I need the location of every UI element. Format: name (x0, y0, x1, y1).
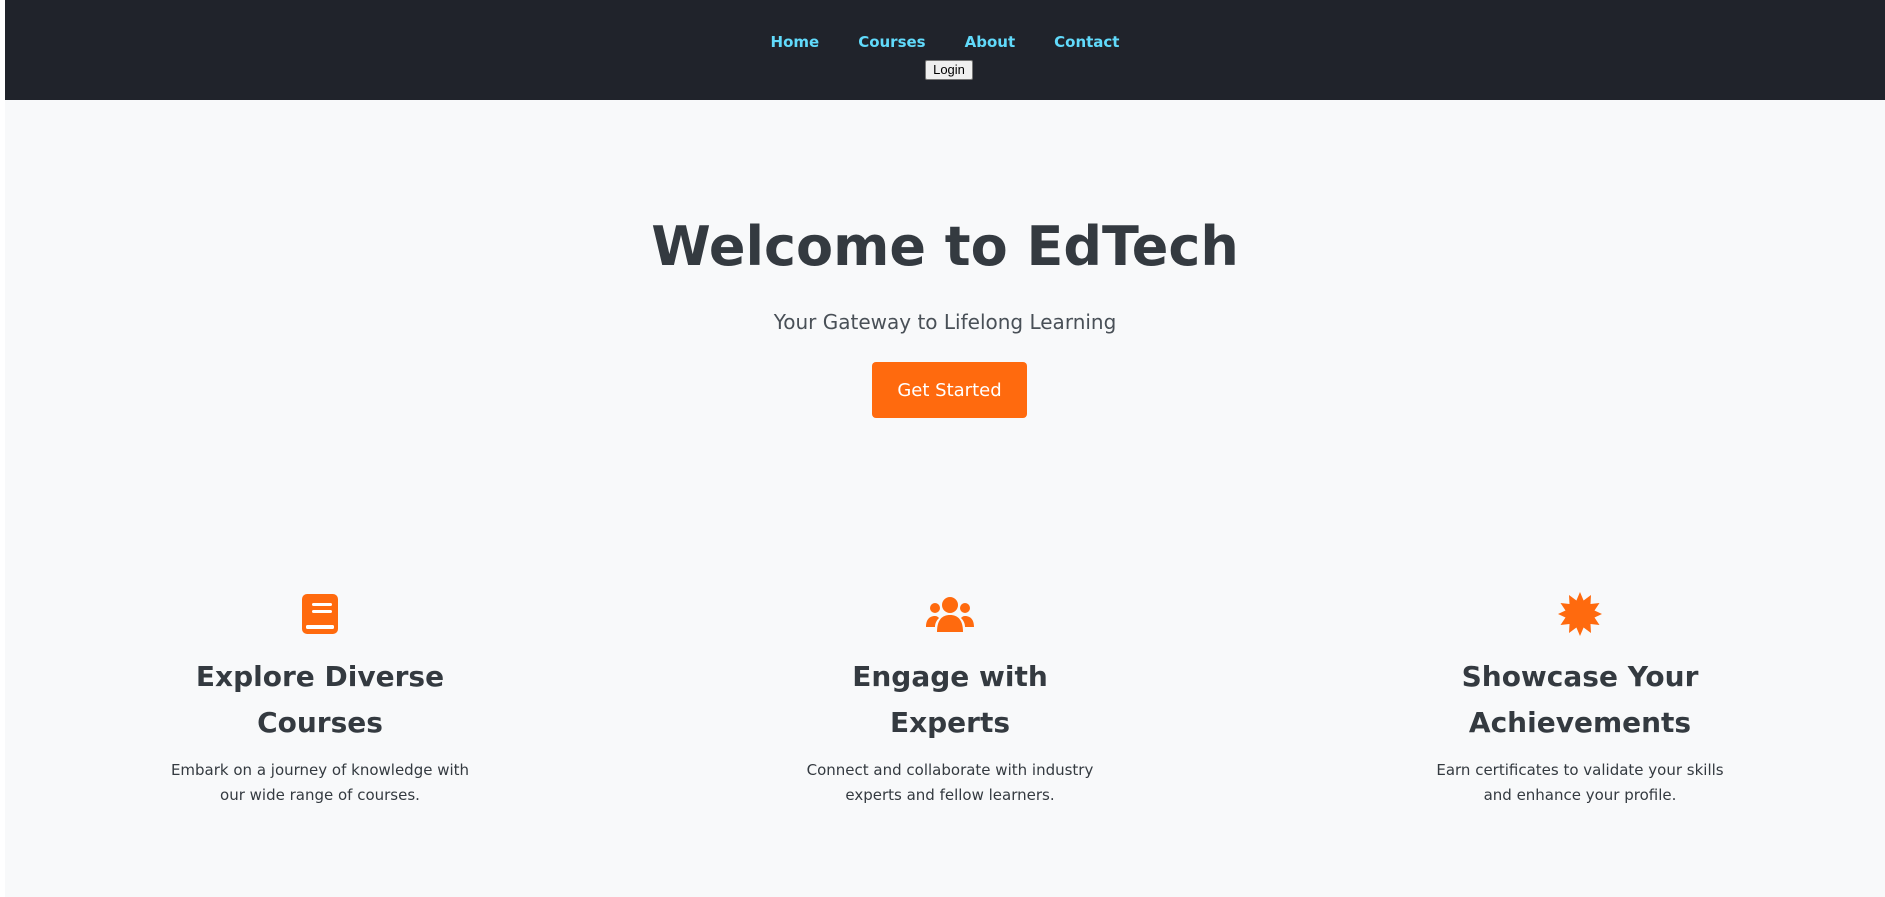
nav-link-home[interactable]: Home (771, 33, 820, 51)
login-button[interactable]: Login (925, 60, 973, 80)
feature-title: Engage with Experts (852, 660, 1048, 739)
feature-title: Explore Diverse Courses (195, 660, 445, 739)
page: Home Courses About Contact Login Welcome… (5, 0, 1885, 897)
users-icon (926, 597, 974, 632)
feature-title: Showcase Your Achievements (1461, 660, 1699, 739)
feature-card-experts: Engage with Experts Connect and collabor… (790, 590, 1110, 808)
feature-description: Earn certificates to validate your skill… (1436, 761, 1724, 804)
nav-link-about[interactable]: About (965, 33, 1016, 51)
book-icon (302, 594, 338, 634)
get-started-button[interactable]: Get Started (872, 362, 1027, 418)
nav-link-contact[interactable]: Contact (1054, 33, 1119, 51)
top-navbar: Home Courses About Contact Login (5, 0, 1885, 100)
feature-card-courses: Explore Diverse Courses Embark on a jour… (160, 590, 480, 808)
feature-card-achievements: Showcase Your Achievements Earn certific… (1420, 590, 1740, 808)
feature-description: Connect and collaborate with industry ex… (806, 761, 1094, 804)
certificate-icon (1558, 592, 1602, 636)
hero-title: Welcome to EdTech (651, 215, 1239, 278)
feature-description: Embark on a journey of knowledge with ou… (170, 761, 470, 804)
main-nav: Home Courses About Contact (5, 33, 1885, 51)
hero-subtitle: Your Gateway to Lifelong Learning (773, 310, 1117, 334)
nav-link-courses[interactable]: Courses (858, 33, 925, 51)
